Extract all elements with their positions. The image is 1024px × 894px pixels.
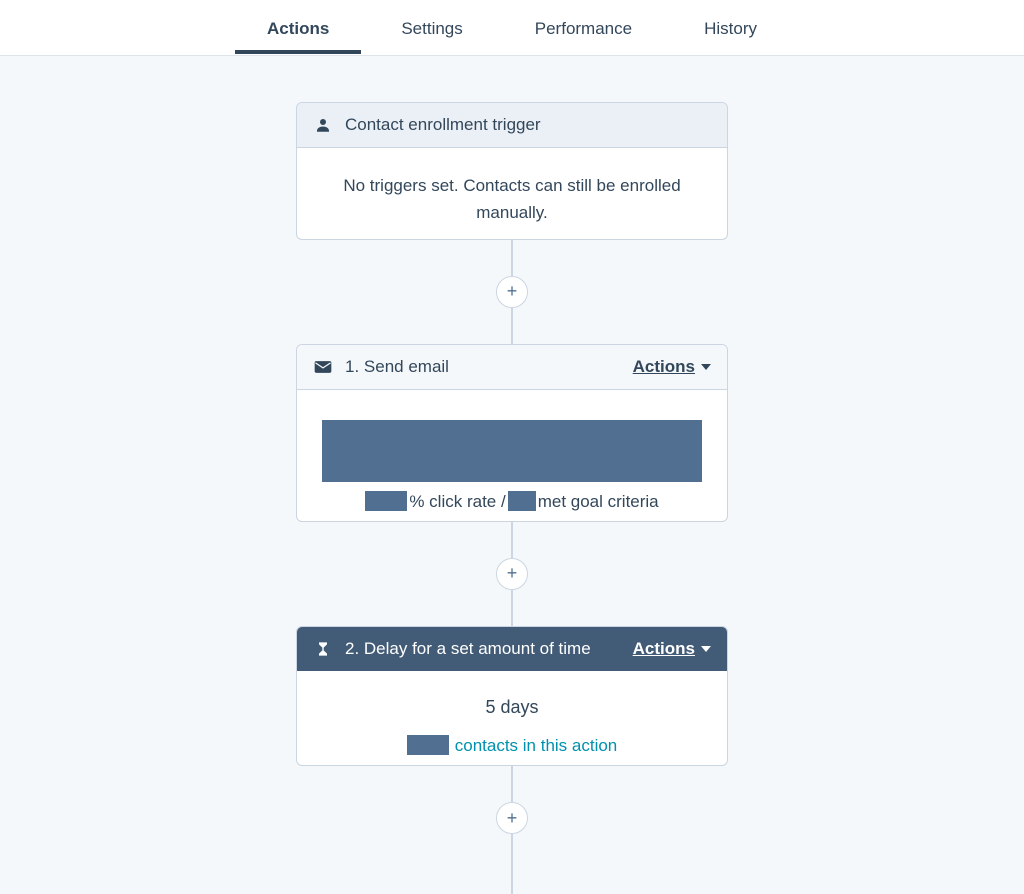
click-rate-text: % click rate / (409, 488, 505, 515)
send-email-card[interactable]: 1. Send email Actions % click rate / met… (296, 344, 728, 522)
actions-label: Actions (633, 357, 695, 377)
connector-1: + (496, 240, 528, 344)
chevron-down-icon (701, 646, 711, 652)
redacted-email-name (322, 420, 702, 482)
email-icon (313, 357, 333, 377)
redacted-click-rate (365, 491, 407, 511)
tab-performance[interactable]: Performance (535, 3, 632, 53)
actions-label: Actions (633, 639, 695, 659)
goal-text: met goal criteria (538, 488, 659, 515)
send-email-card-header: 1. Send email Actions (297, 345, 727, 390)
trigger-card-title: Contact enrollment trigger (345, 115, 711, 135)
tabs-bar: Actions Settings Performance History (0, 0, 1024, 56)
connector-2: + (496, 522, 528, 626)
send-email-actions-dropdown[interactable]: Actions (633, 357, 711, 377)
contacts-line: contacts in this action (317, 732, 707, 759)
add-action-button-1[interactable]: + (496, 276, 528, 308)
trigger-card-body: No triggers set. Contacts can still be e… (297, 148, 727, 240)
add-action-button-3[interactable]: + (496, 802, 528, 834)
workflow-canvas: Contact enrollment trigger No triggers s… (0, 56, 1024, 894)
tab-history[interactable]: History (704, 3, 757, 53)
redacted-contacts-count (407, 735, 449, 755)
delay-card-header: 2. Delay for a set amount of time Action… (297, 627, 727, 671)
delay-card[interactable]: 2. Delay for a set amount of time Action… (296, 626, 728, 766)
delay-card-title: 2. Delay for a set amount of time (345, 639, 621, 659)
tab-settings[interactable]: Settings (401, 3, 462, 53)
chevron-down-icon (701, 364, 711, 370)
delay-card-body: 5 days contacts in this action (297, 671, 727, 766)
tab-actions[interactable]: Actions (267, 3, 329, 53)
send-email-card-body: % click rate / met goal criteria (297, 390, 727, 522)
redacted-goal-count (508, 491, 536, 511)
email-stats: % click rate / met goal criteria (317, 488, 707, 515)
connector-3: + (496, 766, 528, 894)
hourglass-icon (313, 639, 333, 659)
trigger-card[interactable]: Contact enrollment trigger No triggers s… (296, 102, 728, 240)
send-email-card-title: 1. Send email (345, 357, 621, 377)
delay-actions-dropdown[interactable]: Actions (633, 639, 711, 659)
add-action-button-2[interactable]: + (496, 558, 528, 590)
delay-value: 5 days (317, 693, 707, 722)
trigger-card-header: Contact enrollment trigger (297, 103, 727, 148)
contacts-in-action-link[interactable]: contacts in this action (455, 732, 618, 759)
contact-icon (313, 115, 333, 135)
